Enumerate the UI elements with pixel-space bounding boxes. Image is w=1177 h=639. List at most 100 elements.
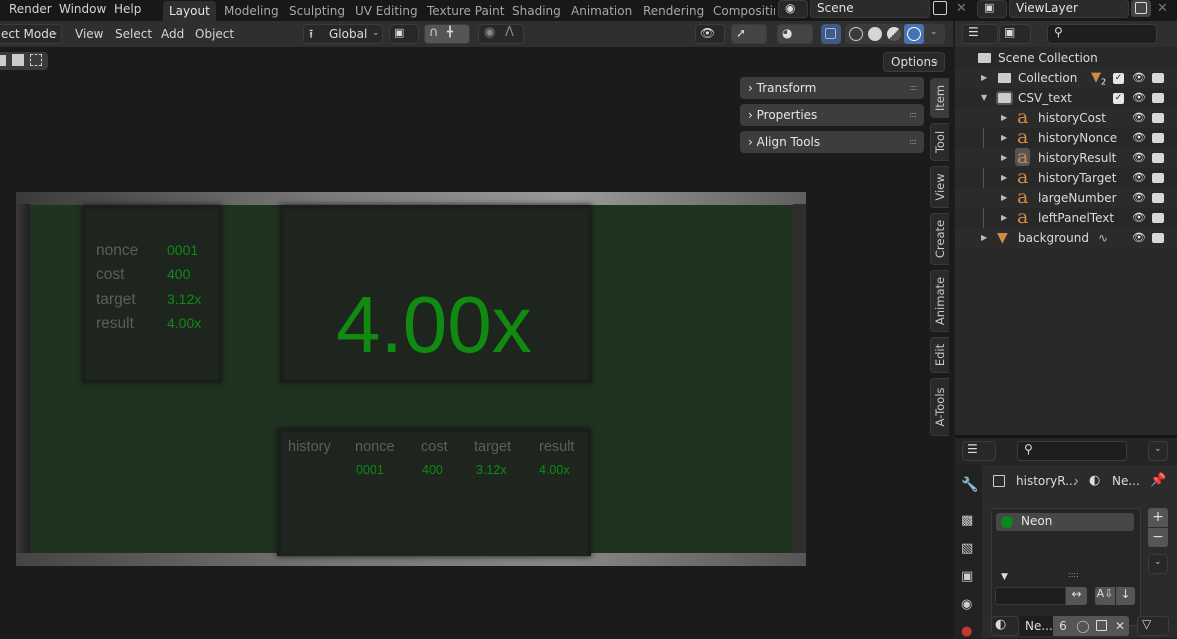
npanel-properties[interactable]: › Properties :::: — [740, 104, 924, 126]
slot-filter-input[interactable] — [995, 587, 1066, 605]
remove-material-slot-button[interactable]: − — [1148, 528, 1168, 547]
menu-render[interactable]: Render — [9, 1, 52, 22]
outliner-item-history-target[interactable]: ▶ a historyTarget 👁 — [955, 168, 1177, 188]
outliner-item-history-nonce[interactable]: ▶ a historyNonce 👁 — [955, 128, 1177, 148]
expand-triangle-icon[interactable]: ▶ — [1001, 108, 1007, 128]
visibility-eye-icon[interactable]: 👁 — [1132, 208, 1146, 228]
world-tab-icon[interactable]: ● — [961, 624, 972, 639]
material-name-field[interactable]: Ne... — [1019, 616, 1053, 636]
selectability-dropdown[interactable]: 👁 — [695, 24, 725, 44]
tab-layout[interactable]: Layout — [163, 1, 216, 21]
npanel-tab-tool[interactable]: Tool — [930, 123, 949, 161]
visibility-eye-icon[interactable]: 👁 — [1132, 148, 1146, 168]
menu-add[interactable]: Add — [161, 24, 184, 44]
tab-compositing[interactable]: Compositin — [707, 1, 775, 21]
npanel-tab-view[interactable]: View — [930, 166, 949, 208]
output-tab-icon[interactable]: ▧ — [961, 541, 973, 556]
menu-help[interactable]: Help — [114, 1, 141, 22]
view-layer-selector-button[interactable]: ▣ — [977, 0, 1007, 18]
outliner-item-background[interactable]: ▶ ▼ background ∿ 👁 — [955, 228, 1177, 248]
outliner-root[interactable]: Scene Collection — [955, 48, 1177, 68]
tab-sculpting[interactable]: Sculpting — [283, 1, 351, 21]
drag-handle-icon[interactable]: :::: — [909, 77, 917, 99]
tab-shading[interactable]: Shading — [506, 1, 567, 21]
proportional-editing-toggle[interactable]: ◉ Λ — [478, 24, 524, 44]
shading-options-chevron-icon[interactable]: ⌄ — [930, 27, 938, 37]
link-type-dropdown[interactable]: ▽ — [1137, 616, 1169, 636]
render-camera-icon[interactable] — [1152, 173, 1164, 183]
drag-handle-icon[interactable]: :::: — [909, 104, 917, 126]
unlink-material-button[interactable]: ✕ — [1111, 616, 1129, 636]
visibility-eye-icon[interactable]: 👁 — [1132, 168, 1146, 188]
outliner-item-left-panel-text[interactable]: ▶ a leftPanelText 👁 — [955, 208, 1177, 228]
expand-triangle-icon[interactable]: ▶ — [1001, 148, 1007, 168]
snap-toggle[interactable]: ∩ ╋ — [424, 24, 470, 44]
mode-dropdown[interactable]: ect Mode ⌄ — [0, 24, 62, 44]
tab-texture-paint[interactable]: Texture Paint — [421, 1, 510, 21]
new-view-layer-button[interactable] — [1131, 0, 1151, 17]
solid-shading-button[interactable] — [868, 27, 882, 41]
pin-icon[interactable]: 📌 — [1150, 473, 1166, 488]
material-specials-dropdown[interactable]: ⌄ — [1148, 554, 1168, 574]
duplicate-material-button[interactable] — [1093, 616, 1111, 636]
npanel-align-tools[interactable]: › Align Tools :::: — [740, 131, 924, 153]
user-count-button[interactable]: 6 — [1053, 616, 1073, 636]
select-new-button[interactable] — [0, 55, 6, 66]
npanel-transform[interactable]: › Transform :::: — [740, 77, 924, 99]
expand-triangle-icon[interactable]: ▶ — [981, 68, 987, 88]
options-dropdown[interactable]: Options ⌄ — [883, 52, 945, 72]
outliner-item-history-cost[interactable]: ▶ a historyCost 👁 — [955, 108, 1177, 128]
display-mode-dropdown[interactable]: ☰ — [962, 24, 998, 44]
new-scene-icon[interactable] — [933, 1, 947, 15]
tab-rendering[interactable]: Rendering — [637, 1, 710, 21]
view-layer-tab-icon[interactable]: ▣ — [961, 569, 973, 584]
exclude-checkbox[interactable]: ✓ — [1113, 93, 1124, 104]
select-subtract-button[interactable] — [30, 54, 42, 66]
close-view-layer-icon[interactable]: ✕ — [1157, 1, 1168, 16]
outliner-item-large-number[interactable]: ▶ a largeNumber 👁 — [955, 188, 1177, 208]
scene-selector-button[interactable]: ◉ — [778, 0, 808, 18]
expand-triangle-icon[interactable]: ▶ — [1001, 208, 1007, 228]
transform-orientation-dropdown[interactable]: ⭱ Global ⌄ — [303, 24, 383, 44]
npanel-tab-edit[interactable]: Edit — [930, 337, 949, 373]
close-scene-icon[interactable]: ✕ — [956, 1, 967, 16]
outliner-item-collection[interactable]: ▶ Collection ▼2 ✓ 👁 — [955, 68, 1177, 88]
npanel-tab-create[interactable]: Create — [930, 213, 949, 265]
properties-options-dropdown[interactable]: ⌄ — [1148, 441, 1168, 461]
tab-modeling[interactable]: Modeling — [218, 1, 285, 21]
sort-reverse-button[interactable]: ↓ — [1116, 587, 1135, 605]
render-camera-icon[interactable] — [1152, 153, 1164, 163]
expand-triangle-icon[interactable]: ▶ — [1001, 188, 1007, 208]
scene-name-field[interactable]: Scene — [810, 0, 930, 18]
npanel-tab-item[interactable]: Item — [930, 78, 949, 118]
outliner-item-csv-text[interactable]: ▼ CSV_text ✓ 👁 — [955, 88, 1177, 108]
render-camera-icon[interactable] — [1152, 193, 1164, 203]
expand-triangle-icon[interactable]: ▶ — [1001, 128, 1007, 148]
rendered-shading-button[interactable] — [904, 24, 924, 44]
editor-type-dropdown[interactable]: ☰ — [962, 441, 996, 461]
properties-search-input[interactable]: ⚲ — [1017, 441, 1127, 461]
exclude-checkbox[interactable]: ✓ — [1113, 73, 1124, 84]
tool-tab-icon[interactable]: 🔧 — [961, 477, 978, 493]
menu-view[interactable]: View — [75, 24, 103, 44]
expand-triangle-icon[interactable]: ▶ — [1001, 168, 1007, 188]
fake-user-shield-icon[interactable]: ◯ — [1073, 616, 1093, 636]
render-camera-icon[interactable] — [1152, 73, 1164, 83]
add-material-slot-button[interactable]: + — [1148, 508, 1168, 527]
render-camera-icon[interactable] — [1152, 113, 1164, 123]
filter-dropdown[interactable]: ▣ — [999, 24, 1031, 44]
select-extend-button[interactable] — [12, 54, 24, 66]
xray-toggle[interactable] — [821, 24, 841, 44]
scene-tab-icon[interactable]: ◉ — [961, 597, 972, 612]
npanel-tab-a-tools[interactable]: A-Tools — [930, 378, 949, 436]
browse-material-dropdown[interactable]: ◐ — [991, 616, 1019, 636]
invert-filter-button[interactable]: ↔ — [1066, 587, 1087, 605]
wireframe-shading-button[interactable] — [849, 27, 863, 41]
render-tab-icon[interactable]: ▩ — [961, 513, 973, 528]
collapse-triangle-icon[interactable]: ▼ — [981, 88, 987, 108]
view-layer-name-field[interactable]: ViewLayer — [1009, 0, 1129, 18]
overlays-toggle[interactable]: ◕ — [777, 24, 813, 44]
filter-triangle-icon[interactable]: ▼ — [1001, 572, 1008, 582]
tab-uv-editing[interactable]: UV Editing — [349, 1, 424, 21]
visibility-eye-icon[interactable]: 👁 — [1132, 108, 1146, 128]
